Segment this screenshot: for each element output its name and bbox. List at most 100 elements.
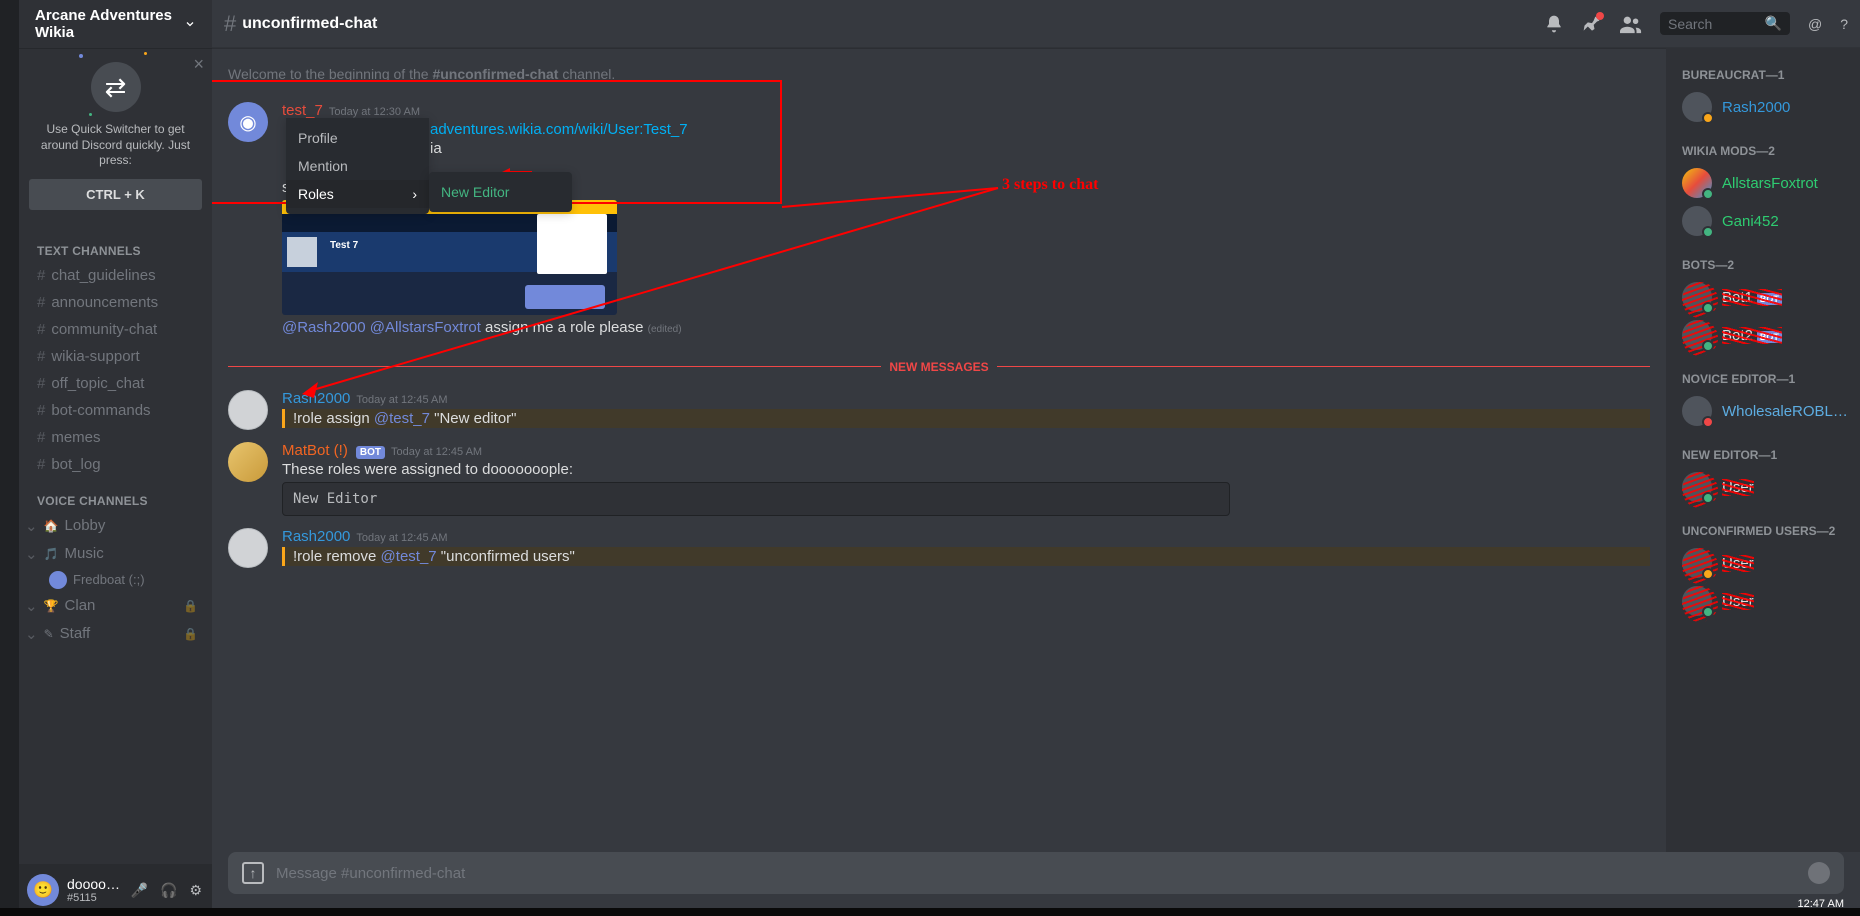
channel-item[interactable]: #announcements [19,289,206,316]
member-user[interactable]: WholesaleROBLOX [1682,392,1852,430]
channel-item[interactable]: #wikia-support [19,343,206,370]
ctx-roles[interactable]: Roles › [286,180,429,208]
quick-switcher-card: × ⇄ Use Quick Switcher to get around Dis… [19,48,212,228]
quick-switcher-icon: ⇄ [91,62,141,112]
message-author[interactable]: MatBot (!) [282,442,348,459]
message-author[interactable]: Rash2000 [282,528,350,545]
message-input[interactable]: ↑ Message #unconfirmed-chat [228,852,1844,894]
voice-channel-item[interactable]: ⌄🏆Clan🔒 [19,592,206,620]
bot-tag: BOT [1757,331,1782,343]
command-line: !role assign @test_7 "New editor" [282,409,1650,428]
quick-switcher-button[interactable]: CTRL + K [29,179,202,210]
mention[interactable]: @AllstarsFoxtrot [370,319,481,336]
upload-icon[interactable]: ↑ [242,862,264,884]
bell-icon[interactable] [1544,14,1564,34]
hash-icon: # [37,375,45,392]
member-user[interactable]: Rash2000 [1682,88,1852,126]
hash-icon: # [37,267,45,284]
emoji-icon[interactable] [1808,862,1830,884]
avatar[interactable] [228,442,268,482]
hash-icon: # [37,348,45,365]
search-input[interactable]: Search 🔍 [1660,12,1790,35]
message-timestamp: Today at 12:45 AM [356,532,447,544]
welcome-text: Welcome to the beginning of the #unconfi… [228,66,1650,82]
command-line: !role remove @test_7 "unconfirmed users" [282,547,1650,566]
chevron-right-icon: › [412,186,417,202]
member-user[interactable]: User [1682,582,1852,620]
channel-list: Text Channels #chat_guidelines#announcem… [19,228,212,864]
message: MatBot (!) BOT Today at 12:45 AM These r… [228,436,1650,522]
channel-item[interactable]: #memes [19,424,206,451]
message-timestamp: Today at 12:45 AM [391,446,482,458]
guild-bar[interactable] [0,0,19,916]
lock-icon: 🔒 [183,599,198,613]
ctx-mention[interactable]: Mention [286,152,429,180]
chevron-down-icon: ⌄ [25,517,38,535]
text-channels-header: Text Channels [19,228,206,262]
avatar[interactable] [228,528,268,568]
server-name: Arcane Adventures Wikia [35,7,184,41]
channel-item[interactable]: #community-chat [19,316,206,343]
avatar [49,571,67,589]
taskbar-clock: 12:47 AM [1798,898,1844,910]
channel-item[interactable]: #chat_guidelines [19,262,206,289]
mute-icon[interactable]: 🎤 [129,880,150,901]
message: Rash2000 Today at 12:45 AM !role remove … [228,522,1650,574]
mention[interactable]: @Rash2000 [282,319,366,336]
member-user[interactable]: User [1682,544,1852,582]
member-role-header: Bureaucrat—1 [1682,68,1852,82]
ctx-role-new-editor[interactable]: New Editor [429,178,572,206]
code-block: New Editor [282,482,1230,516]
message-timestamp: Today at 12:45 AM [356,394,447,406]
voice-channel-item[interactable]: ⌄✎Staff🔒 [19,620,206,648]
member-role-header: New Editor—1 [1682,448,1852,462]
avatar[interactable]: ◉ [228,102,268,142]
deafen-icon[interactable]: 🎧 [158,880,179,901]
avatar [1682,396,1712,426]
server-header[interactable]: Arcane Adventures Wikia [19,0,212,48]
context-menu: Profile Mention Roles › [286,118,429,214]
help-icon[interactable]: ? [1840,16,1848,32]
message: Rash2000 Today at 12:45 AM !role assign … [228,384,1650,436]
channel-item[interactable]: #bot_log [19,451,206,478]
channel-item[interactable]: #off_topic_chat [19,370,206,397]
hash-icon: # [224,11,236,37]
member-user[interactable]: Bot1BOT [1682,278,1852,316]
pinned-icon[interactable] [1582,14,1602,34]
sidebar: Arcane Adventures Wikia × ⇄ Use Quick Sw… [19,0,212,916]
link[interactable]: adventures.wikia.com/wiki/User:Test_7 [430,121,688,138]
member-role-header: Novice Editor—1 [1682,372,1852,386]
settings-icon[interactable]: ⚙ [187,880,204,901]
avatar [1682,548,1712,578]
compose-area: ↑ Message #unconfirmed-chat [212,852,1860,916]
bot-tag: BOT [356,446,385,459]
message-timestamp: Today at 12:30 AM [329,106,420,118]
members-icon[interactable] [1620,14,1642,34]
message-author[interactable]: Rash2000 [282,390,350,407]
voice-channels-header: Voice Channels [19,478,206,512]
message-author[interactable]: test_7 [282,102,323,119]
avatar [1682,92,1712,122]
attachment-image[interactable]: Test 7 [282,200,617,315]
quick-switcher-text: Use Quick Switcher to get around Discord… [29,122,202,169]
voice-user[interactable]: Fredboat (:;) [19,568,206,592]
mentions-icon[interactable]: @ [1808,16,1822,32]
hash-icon: # [37,456,45,473]
voice-channel-item[interactable]: ⌄🎵Music [19,540,206,568]
lock-icon: 🔒 [183,627,198,641]
member-user[interactable]: Gani452 [1682,202,1852,240]
member-user[interactable]: AllstarsFoxtrot [1682,164,1852,202]
voice-channel-item[interactable]: ⌄🏠Lobby [19,512,206,540]
chevron-down-icon: ⌄ [25,625,38,643]
member-user[interactable]: Bot2BOT [1682,316,1852,354]
close-icon[interactable]: × [193,54,204,75]
avatar [1682,320,1712,350]
avatar [1682,282,1712,312]
member-user[interactable]: User [1682,468,1852,506]
taskbar: 12:47 AM [0,908,1860,916]
channel-item[interactable]: #bot-commands [19,397,206,424]
avatar[interactable]: 🙂 [27,874,59,906]
avatar[interactable] [228,390,268,430]
member-role-header: Unconfirmed Users—2 [1682,524,1852,538]
ctx-profile[interactable]: Profile [286,124,429,152]
